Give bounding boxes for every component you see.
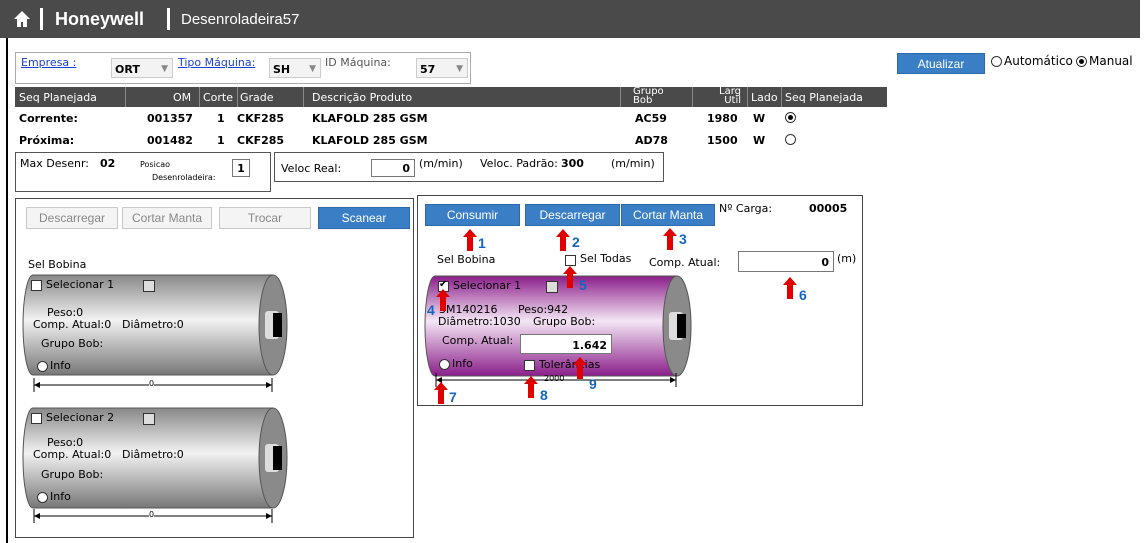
annotation-number: 9 <box>589 376 597 392</box>
tolerancias-checkbox[interactable] <box>524 360 535 371</box>
velocidade-box: Veloc Real: 0 (m/min) Veloc. Padrão: 300… <box>274 152 664 182</box>
header-divider <box>167 8 170 30</box>
left-border <box>6 38 8 543</box>
manual-label: Manual <box>1089 54 1133 68</box>
descarregar-button[interactable]: Descarregar <box>525 204 620 226</box>
col-larg-util: Larg Util <box>719 86 741 106</box>
annotation-number: 4 <box>427 302 435 318</box>
sel-todas-label: Sel Todas <box>580 252 632 265</box>
max-desenr-box: Max Desenr: 02 Posicao Desenroladeira: 1 <box>15 152 271 192</box>
consumir-button[interactable]: Consumir <box>425 204 520 226</box>
col-corte: Corte <box>203 91 234 104</box>
annotation-number: 6 <box>799 287 807 303</box>
top-bar: Honeywell Desenroladeira57 <box>0 0 1140 38</box>
notes-icon[interactable] <box>143 413 155 425</box>
annotation-arrow-icon <box>663 228 677 250</box>
roll-comp-atual-input[interactable]: 1.642 <box>520 334 612 354</box>
comp-unit-label: (m) <box>837 252 857 265</box>
table-row: Próxima: 001482 1 CKF285 KLAFOLD 285 GSM… <box>15 131 887 151</box>
annotation-arrow-icon <box>783 277 797 299</box>
posicao-input[interactable]: 1 <box>232 159 250 177</box>
chevron-down-icon: ▼ <box>309 64 316 74</box>
empresa-link[interactable]: Empresa : <box>21 56 76 69</box>
info-radio[interactable] <box>439 359 450 370</box>
sel-todas-checkbox[interactable] <box>565 255 576 266</box>
manual-radio[interactable] <box>1076 56 1087 67</box>
id-maquina-label: ID Máquina: <box>325 56 391 69</box>
cortar-manta-button[interactable]: Cortar Manta <box>122 207 212 229</box>
sel-bobina-label: Sel Bobina <box>28 258 87 271</box>
comp-atual-input[interactable]: 0 <box>738 251 834 272</box>
carga-label: Nº Carga: <box>719 202 773 215</box>
table-row: Corrente: 001357 1 CKF285 KLAFOLD 285 GS… <box>15 109 887 129</box>
col-grade: Grade <box>240 91 274 104</box>
seq-radio[interactable] <box>785 112 796 123</box>
comp-atual-label: Comp. Atual: <box>649 256 721 269</box>
annotation-number: 5 <box>579 277 587 293</box>
trocar-button[interactable]: Trocar <box>219 207 311 229</box>
col-seq-planejada: Seq Planejada <box>19 91 97 104</box>
id-maquina-select[interactable]: 57 ▼ <box>416 58 468 78</box>
annotation-number: 1 <box>478 235 486 251</box>
col-descricao: Descrição Produto <box>312 91 413 104</box>
info-radio[interactable] <box>37 361 48 372</box>
tipo-maquina-link[interactable]: Tipo Máquina: <box>178 56 255 69</box>
roll-slot-1[interactable]: Selecionar 1 Peso:0 Comp. Atual:0 Diâmet… <box>21 273 293 393</box>
notes-icon[interactable] <box>143 280 155 292</box>
annotation-arrow-icon <box>563 266 577 288</box>
scanear-button[interactable]: Scanear <box>318 207 410 229</box>
col-om: OM <box>173 91 192 104</box>
cortar-manta-button[interactable]: Cortar Manta <box>621 204 715 226</box>
annotation-arrow-icon <box>556 229 570 251</box>
annotation-arrow-icon <box>463 229 477 251</box>
chevron-down-icon: ▼ <box>456 64 463 74</box>
right-unwinder-panel: Consumir Descarregar Cortar Manta Nº Car… <box>417 195 863 406</box>
annotation-arrow-icon <box>524 376 538 398</box>
table-header: Seq Planejada OM Corte Grade Descrição P… <box>15 87 887 107</box>
seq-radio[interactable] <box>785 134 796 145</box>
selecionar-checkbox[interactable] <box>31 413 42 424</box>
page-title: Desenroladeira57 <box>181 11 300 28</box>
empresa-select[interactable]: ORT ▼ <box>111 58 173 78</box>
info-radio[interactable] <box>37 492 48 503</box>
annotation-arrow-icon <box>436 289 450 311</box>
automatico-radio[interactable] <box>991 56 1002 67</box>
col-seq-planejada-2: Seq Planejada <box>785 91 863 104</box>
annotation-number: 8 <box>540 387 548 403</box>
automatico-label: Automático <box>1004 54 1073 68</box>
annotation-arrow-icon <box>573 357 587 379</box>
atualizar-button[interactable]: Atualizar <box>897 53 985 74</box>
annotation-number: 3 <box>679 231 687 247</box>
roll-slot-1[interactable]: Selecionar 1 3M140216 Peso:942 Diâmetro:… <box>423 275 695 395</box>
filter-bar: Empresa : ORT ▼ Tipo Máquina: SH ▼ ID Máqu… <box>15 52 471 84</box>
sel-bobina-label: Sel Bobina <box>437 253 496 266</box>
carga-value: 00005 <box>809 202 848 215</box>
veloc-real-input[interactable]: 0 <box>371 159 415 177</box>
brand-logo: Honeywell <box>55 9 145 29</box>
col-grupo-bob: Grupo Bob <box>633 86 664 106</box>
header-divider <box>40 8 43 30</box>
annotation-number: 2 <box>572 234 580 250</box>
annotation-number: 7 <box>449 389 457 405</box>
left-unwinder-panel: Descarregar Cortar Manta Trocar Scanear … <box>15 198 414 538</box>
selecionar-checkbox[interactable] <box>31 280 42 291</box>
roll-slot-2[interactable]: Selecionar 2 Peso:0 Comp. Atual:0 Diâmet… <box>21 406 293 526</box>
col-lado: Lado <box>751 91 778 104</box>
annotation-arrow-icon <box>434 382 448 404</box>
home-icon[interactable] <box>12 9 32 29</box>
chevron-down-icon: ▼ <box>161 64 168 74</box>
descarregar-button[interactable]: Descarregar <box>26 207 118 229</box>
tipo-maquina-select[interactable]: SH ▼ <box>269 58 321 78</box>
notes-icon[interactable] <box>546 281 558 293</box>
